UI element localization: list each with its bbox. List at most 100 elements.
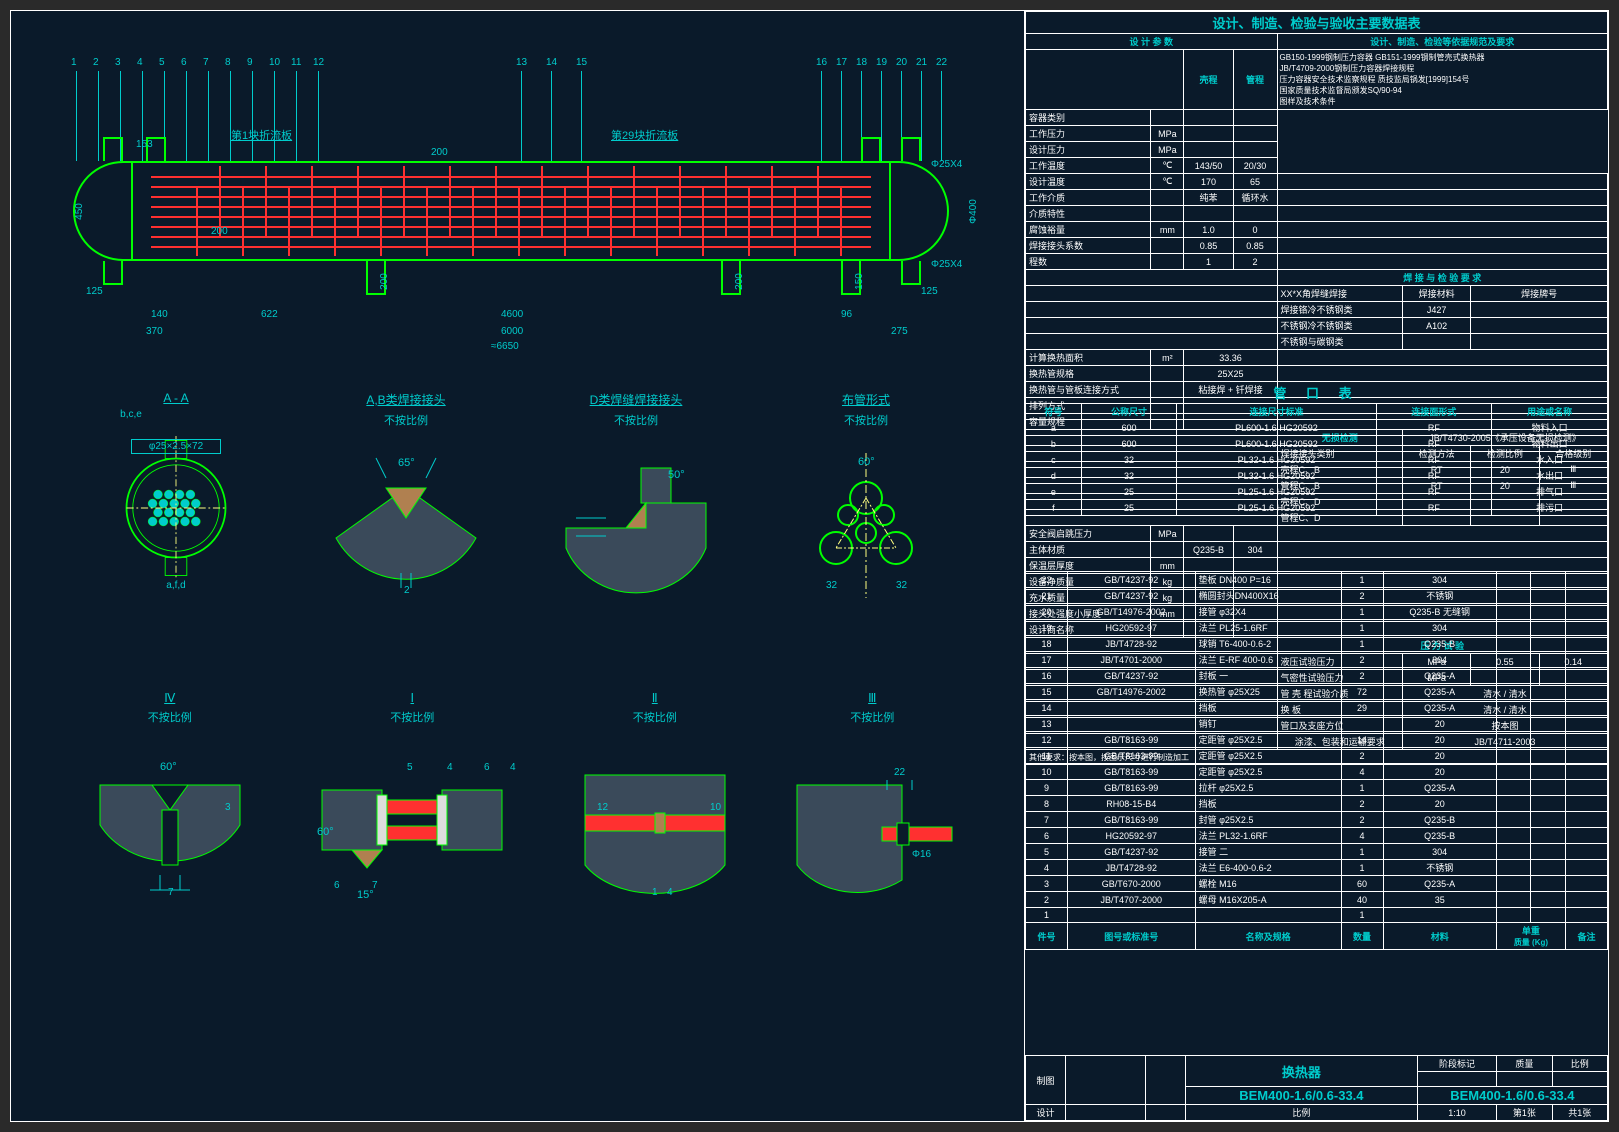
detail-row-2: Ⅳ 不按比例 60° 3 7 Ⅰ 不按比例 (61, 691, 981, 951)
baffle (265, 166, 267, 236)
tube-spec: φ25×2.5×72 (131, 439, 221, 454)
tb-role-1: 设计 (1026, 1105, 1066, 1121)
dim-left-ext: 370 (146, 326, 163, 337)
detail-iv-sub: 不按比例 (65, 709, 275, 725)
detail-iii-title: Ⅲ (767, 691, 977, 705)
dim-153: 153 (136, 139, 153, 150)
leader-6: 6 (186, 71, 187, 161)
nozzle-top-left (103, 137, 123, 161)
leader-21: 21 (921, 71, 922, 161)
baffle (656, 186, 658, 256)
leader-15: 15 (581, 71, 582, 161)
baffle (817, 166, 819, 236)
detail-iv-title: Ⅳ (65, 691, 275, 705)
detail-i-d6: 4 (510, 762, 516, 773)
baffle (288, 186, 290, 256)
weld-d-title: D类焊缝焊接接头 (531, 391, 741, 408)
nozzle-bot-right (901, 261, 921, 285)
baffle (403, 166, 405, 236)
tube-line (151, 236, 871, 238)
marks-top: b,c,e (26, 409, 236, 420)
detail-i-d5: 6 (484, 762, 490, 773)
col-shell: 壳程 (1184, 50, 1233, 110)
weld-d-angle: 50° (668, 469, 685, 481)
weld-ab-angle: 65° (398, 457, 415, 469)
detail-iv-angle: 60° (160, 761, 177, 773)
weld-detail-d: D类焊缝焊接接头 不按比例 50° (531, 391, 741, 623)
right-head (889, 161, 949, 261)
baffle-1-label: 第1块折流板 (231, 127, 292, 143)
nozzle-schedule-table: 管 口 表 符号公称尺寸连接尺寸标准连接面形式用途或名称 a600PL600-1… (1025, 381, 1608, 516)
baffle (725, 166, 727, 236)
leader-19: 19 (881, 71, 882, 161)
dim-od: Φ400 (968, 199, 979, 224)
tube-layout-detail: 布管形式 不按比例 60° 32 (761, 391, 971, 623)
leader-1: 1 (76, 71, 77, 161)
dim-200a: 200 (379, 273, 390, 290)
detail-row-1: A - A φ25×2.5×72 (61, 391, 981, 651)
leader-7: 7 (208, 71, 209, 161)
nozzle-tbl-title: 管 口 表 (1026, 382, 1608, 404)
dim-125a: 125 (86, 286, 103, 297)
leader-9: 9 (252, 71, 253, 161)
nozzle-bot-left (103, 261, 123, 285)
detail-iv-d2: 7 (168, 887, 174, 898)
baffle (610, 186, 612, 256)
detail-ii-d3: 1 (652, 887, 658, 898)
tb-sheet: 第1张 (1497, 1105, 1552, 1121)
baffle (334, 186, 336, 256)
detail-iv-d1: 3 (225, 802, 231, 813)
tb-stage: 阶段标记 (1417, 1056, 1496, 1072)
model-label: BEM400-1.6/0.6-33.4 (1186, 1087, 1418, 1105)
detail-i-d3: 5 (407, 762, 413, 773)
dim-96: 96 (841, 309, 852, 320)
detail-ii: Ⅱ 不按比例 12 10 1 4 (550, 691, 760, 920)
baffle-29-label: 第29块折流板 (611, 127, 678, 143)
tb-mass: 质量 (1497, 1056, 1552, 1072)
tb-scale: 1:10 (1417, 1105, 1496, 1121)
weld-ab-sub: 不按比例 (301, 412, 511, 428)
detail-i: Ⅰ 不按比例 60° 15° 6 7 5 4 6 4 (282, 691, 542, 920)
detail-ii-d4: 4 (667, 887, 673, 898)
dim-200b: 200 (734, 273, 745, 290)
section-a-a: A - A φ25×2.5×72 (71, 391, 281, 631)
baffle (679, 166, 681, 236)
tube-line (151, 216, 871, 218)
dim-25x4b: Φ25X4 (931, 259, 962, 270)
dim-shell-len: 6000 (501, 326, 523, 337)
leader-12: 12 (318, 71, 319, 161)
tb-role-0: 制图 (1026, 1056, 1066, 1105)
detail-iii-d2: Φ16 (912, 849, 932, 860)
nozzle-top-right (861, 137, 881, 161)
weld-detail-ab: A,B类焊接接头 不按比例 65° 2 (301, 391, 511, 623)
detail-ii-d2: 10 (710, 802, 722, 813)
tube-layout-angle: 60° (858, 456, 875, 468)
dp-hdr-right: 设计、制造、检验等依据规范及要求 (1277, 34, 1607, 50)
tube-layout-p1: 32 (826, 580, 838, 591)
baffle (495, 166, 497, 236)
baffle (311, 166, 313, 236)
detail-i-title: Ⅰ (282, 691, 542, 705)
design-table-title: 设计、制造、检验与验收主要数据表 (1026, 12, 1608, 34)
baffle (518, 186, 520, 256)
leader-2: 2 (98, 71, 99, 161)
title-block: 制图 换热器 阶段标记质量比例 BEM400-1.6/0.6-33.4 BEM4… (1025, 1055, 1608, 1121)
leader-16: 16 (821, 71, 822, 161)
weld-ab-title: A,B类焊接接头 (301, 391, 511, 408)
main-elevation-view: 123456789101112 131415 16171819202122 第1… (31, 51, 1006, 331)
detail-iii-d1: 22 (894, 767, 906, 778)
leader-10: 10 (274, 71, 275, 161)
tb-ratio: 比例 (1552, 1056, 1607, 1072)
detail-ii-sub: 不按比例 (550, 709, 760, 725)
tube-line (151, 246, 871, 248)
equipment-name: 换热器 (1186, 1056, 1418, 1087)
marks-bot: a,f,d (71, 580, 281, 591)
baffle (426, 186, 428, 256)
tube-line (151, 176, 871, 178)
detail-i-sub: 不按比例 (282, 709, 542, 725)
tb-scale-lbl: 比例 (1186, 1105, 1418, 1121)
dim-150: 150 (854, 273, 865, 290)
baffle (840, 186, 842, 256)
tube-line (151, 186, 871, 188)
tube-line (151, 226, 871, 228)
